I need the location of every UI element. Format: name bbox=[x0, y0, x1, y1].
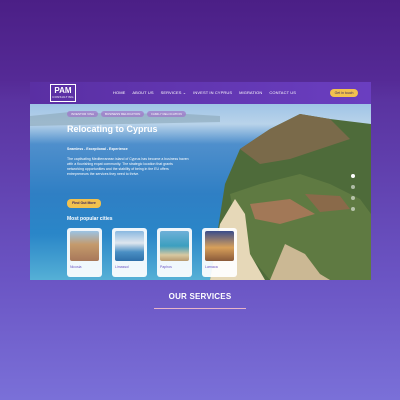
city-image bbox=[160, 231, 189, 261]
tag-family-relocation[interactable]: FAMILY RELOCATION bbox=[147, 111, 186, 117]
nav-item-migration[interactable]: MIGRATION bbox=[239, 90, 262, 95]
get-in-touch-button[interactable]: Get in touch bbox=[330, 89, 358, 97]
nav-item-home[interactable]: HOME bbox=[113, 90, 125, 95]
hero-section: INVESTOR VISA BUSINESS RELOCATION FAMILY… bbox=[30, 104, 371, 280]
tag-investor-visa[interactable]: INVESTOR VISA bbox=[67, 111, 98, 117]
nav-item-contact[interactable]: CONTACT US bbox=[269, 90, 296, 95]
nav-menu: HOME ABOUT US SERVICES ⌄ INVEST IN CYPRU… bbox=[113, 90, 296, 95]
logo-text: PAM bbox=[54, 86, 72, 95]
city-name: Nicosia bbox=[70, 265, 82, 269]
hero-tags: INVESTOR VISA BUSINESS RELOCATION FAMILY… bbox=[67, 111, 186, 117]
slider-dot-3[interactable] bbox=[351, 196, 355, 200]
city-image bbox=[70, 231, 99, 261]
services-underline bbox=[154, 308, 246, 309]
city-card-larnaca[interactable]: Larnaca bbox=[202, 228, 237, 277]
nav-item-invest[interactable]: INVEST IN CYPRUS bbox=[193, 90, 232, 95]
hero-subtitle: Seamless - Exceptional - Experience bbox=[67, 147, 128, 151]
logo-subtext: CONSULTING bbox=[52, 95, 74, 99]
services-heading: OUR SERVICES bbox=[168, 292, 232, 301]
nav-item-services[interactable]: SERVICES ⌄ bbox=[161, 90, 187, 95]
top-navigation: PAM CONSULTING HOME ABOUT US SERVICES ⌄ … bbox=[30, 82, 371, 104]
city-cards: Nicosia Limassol Paphos Larnaca bbox=[67, 228, 237, 277]
city-card-paphos[interactable]: Paphos bbox=[157, 228, 192, 277]
hero-title: Relocating to Cyprus bbox=[67, 124, 158, 134]
slider-dots bbox=[351, 174, 355, 211]
hero-description: The captivating Mediterranean island of … bbox=[67, 157, 189, 176]
city-card-limassol[interactable]: Limassol bbox=[112, 228, 147, 277]
website-screenshot: PAM CONSULTING HOME ABOUT US SERVICES ⌄ … bbox=[30, 82, 371, 280]
city-name: Paphos bbox=[160, 265, 172, 269]
city-image bbox=[205, 231, 234, 261]
nav-item-about[interactable]: ABOUT US bbox=[132, 90, 153, 95]
city-name: Limassol bbox=[115, 265, 129, 269]
slider-dot-4[interactable] bbox=[351, 207, 355, 211]
city-name: Larnaca bbox=[205, 265, 218, 269]
city-card-nicosia[interactable]: Nicosia bbox=[67, 228, 102, 277]
city-image bbox=[115, 231, 144, 261]
find-out-more-button[interactable]: Find Out More bbox=[67, 199, 101, 208]
pam-logo[interactable]: PAM CONSULTING bbox=[50, 84, 76, 102]
tag-business-relocation[interactable]: BUSINESS RELOCATION bbox=[100, 111, 145, 117]
popular-cities-heading: Most popular cities bbox=[67, 216, 113, 222]
slider-dot-2[interactable] bbox=[351, 185, 355, 189]
slider-dot-1[interactable] bbox=[351, 174, 355, 178]
